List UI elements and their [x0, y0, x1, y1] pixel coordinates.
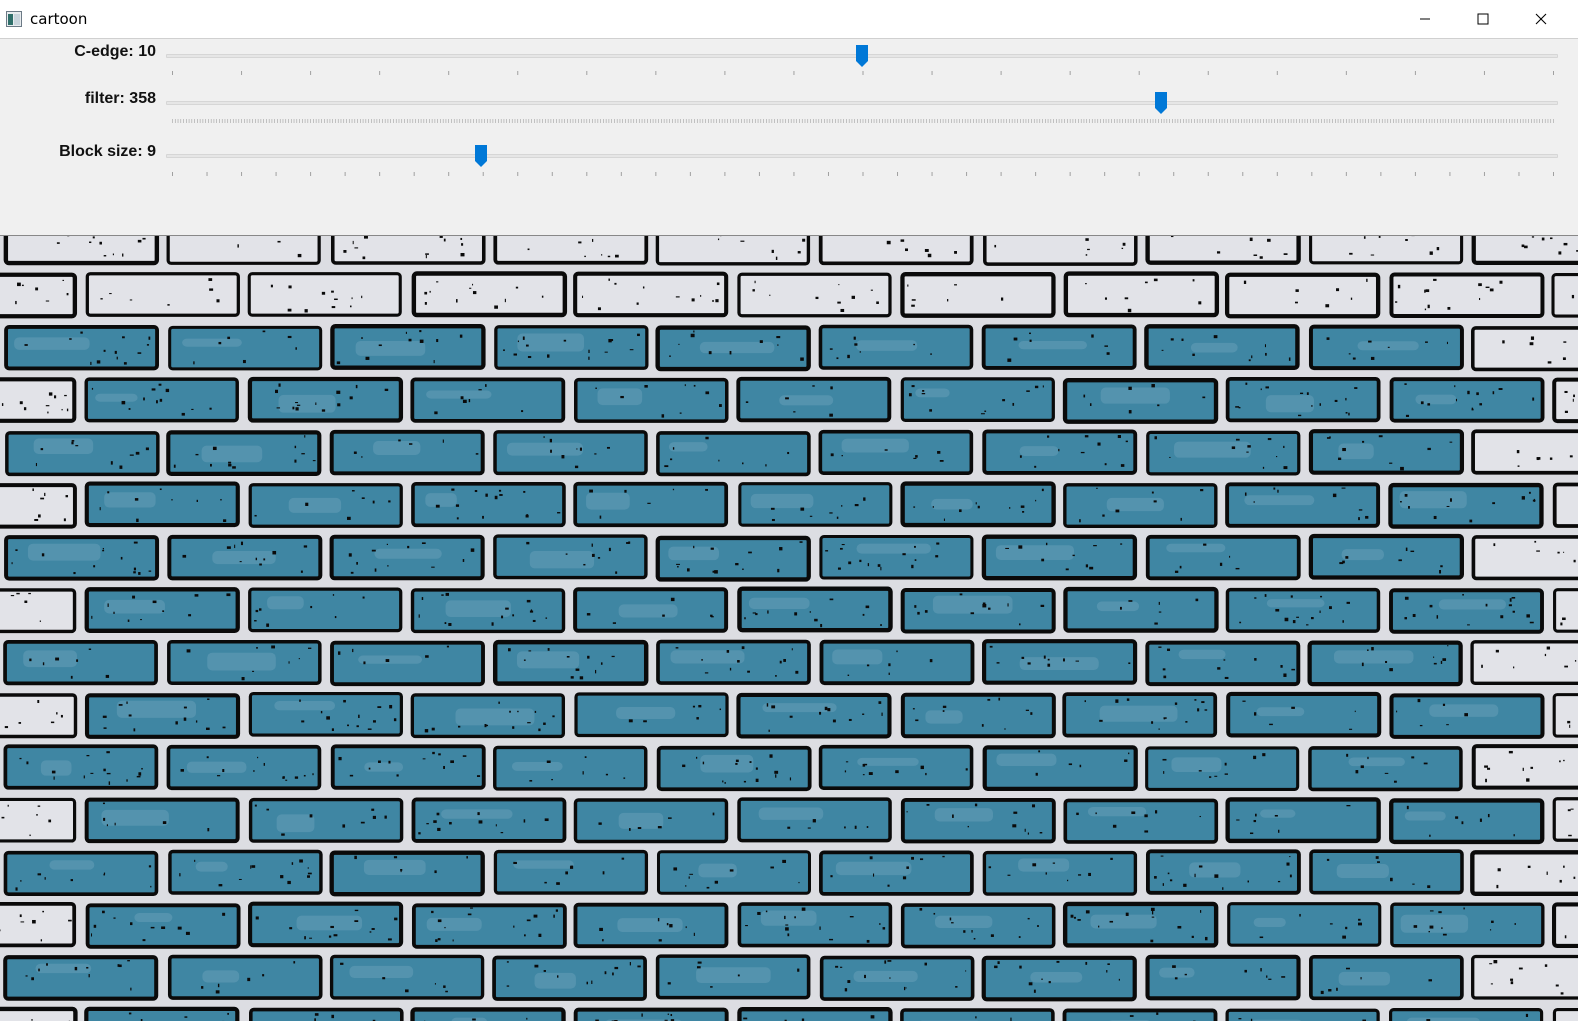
trackbar-row-filter: filter: 358 [0, 86, 1578, 136]
minimize-button[interactable] [1396, 0, 1454, 38]
brick-wall-image [0, 236, 1578, 1021]
trackbar-ticks [172, 172, 1554, 176]
trackbar-row-block-size: Block size: 9 [0, 139, 1578, 189]
cartoon-image [0, 235, 1578, 1021]
trackbar-label: Block size: 9 [59, 143, 156, 160]
trackbar-ticks [172, 71, 1554, 75]
close-icon [1535, 13, 1547, 25]
app-icon [6, 11, 22, 27]
trackbar-panel: C-edge: 10 filter: 358 Block size: 9 [0, 39, 1578, 235]
close-button[interactable] [1512, 0, 1570, 38]
maximize-icon [1477, 13, 1489, 25]
trackbar-label: filter: 358 [84, 90, 156, 107]
trackbar-ticks [172, 119, 1554, 123]
minimize-icon [1420, 18, 1430, 20]
trackbar-track[interactable] [166, 101, 1558, 105]
window-title: cartoon [30, 10, 88, 28]
trackbar-thumb[interactable] [1154, 91, 1168, 115]
title-bar[interactable]: cartoon [0, 0, 1578, 39]
trackbar-track[interactable] [166, 154, 1558, 158]
app-window: cartoon C-edge: 10 filter: 358 Block siz… [0, 0, 1578, 1021]
trackbar-label: C-edge: 10 [74, 43, 156, 60]
trackbar-thumb[interactable] [474, 144, 488, 168]
maximize-button[interactable] [1454, 0, 1512, 38]
trackbar-row-c-edge: C-edge: 10 [0, 39, 1578, 89]
trackbar-thumb[interactable] [855, 44, 869, 68]
